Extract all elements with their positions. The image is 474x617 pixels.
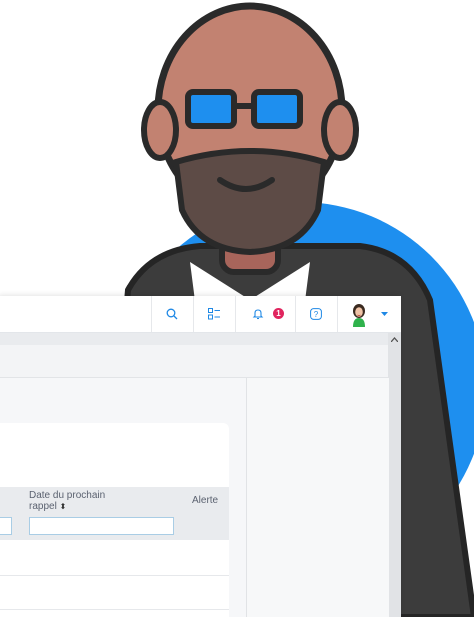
chevron-down-icon	[381, 312, 388, 316]
secondary-toolbar	[0, 333, 388, 345]
notifications-button[interactable]: 1	[235, 296, 294, 332]
left-ear-icon	[141, 99, 179, 161]
right-side-panel	[246, 378, 389, 617]
column-header-line2: rappel	[29, 501, 57, 512]
user-menu-button[interactable]	[337, 296, 390, 332]
app-window: 1 ? Date du prochain rappel ⬍ Alerte	[0, 296, 401, 617]
scroll-up-button[interactable]	[388, 333, 401, 345]
chevron-up-icon	[391, 336, 398, 342]
table-header: Date du prochain rappel ⬍ Alerte	[0, 487, 229, 540]
right-ear-icon	[321, 99, 359, 161]
records-card: Date du prochain rappel ⬍ Alerte	[0, 423, 229, 617]
search-icon	[166, 308, 178, 320]
topbar: 1 ?	[0, 296, 401, 333]
beard-icon	[172, 148, 328, 256]
svg-text:?: ?	[314, 310, 319, 319]
column-header-next-reminder-date[interactable]: Date du prochain rappel ⬍	[29, 490, 105, 512]
filter-input-next-reminder-date[interactable]	[29, 517, 174, 535]
vertical-scrollbar[interactable]	[388, 333, 401, 617]
table-row-divider	[0, 609, 229, 610]
page-header-strip	[0, 345, 388, 378]
help-icon: ?	[310, 308, 322, 320]
search-button[interactable]	[151, 296, 192, 332]
column-header-line1: Date du prochain	[29, 490, 106, 501]
notification-badge: 1	[273, 308, 284, 319]
bell-icon	[252, 309, 264, 320]
tasks-icon	[208, 308, 220, 320]
sort-icon[interactable]: ⬍	[60, 502, 67, 511]
help-button[interactable]: ?	[295, 296, 336, 332]
tasks-button[interactable]	[193, 296, 234, 332]
column-header-alerte[interactable]: Alerte	[192, 495, 218, 506]
user-avatar	[353, 304, 365, 327]
table-row-divider	[0, 575, 229, 576]
filter-input-previous-column[interactable]	[0, 517, 12, 535]
